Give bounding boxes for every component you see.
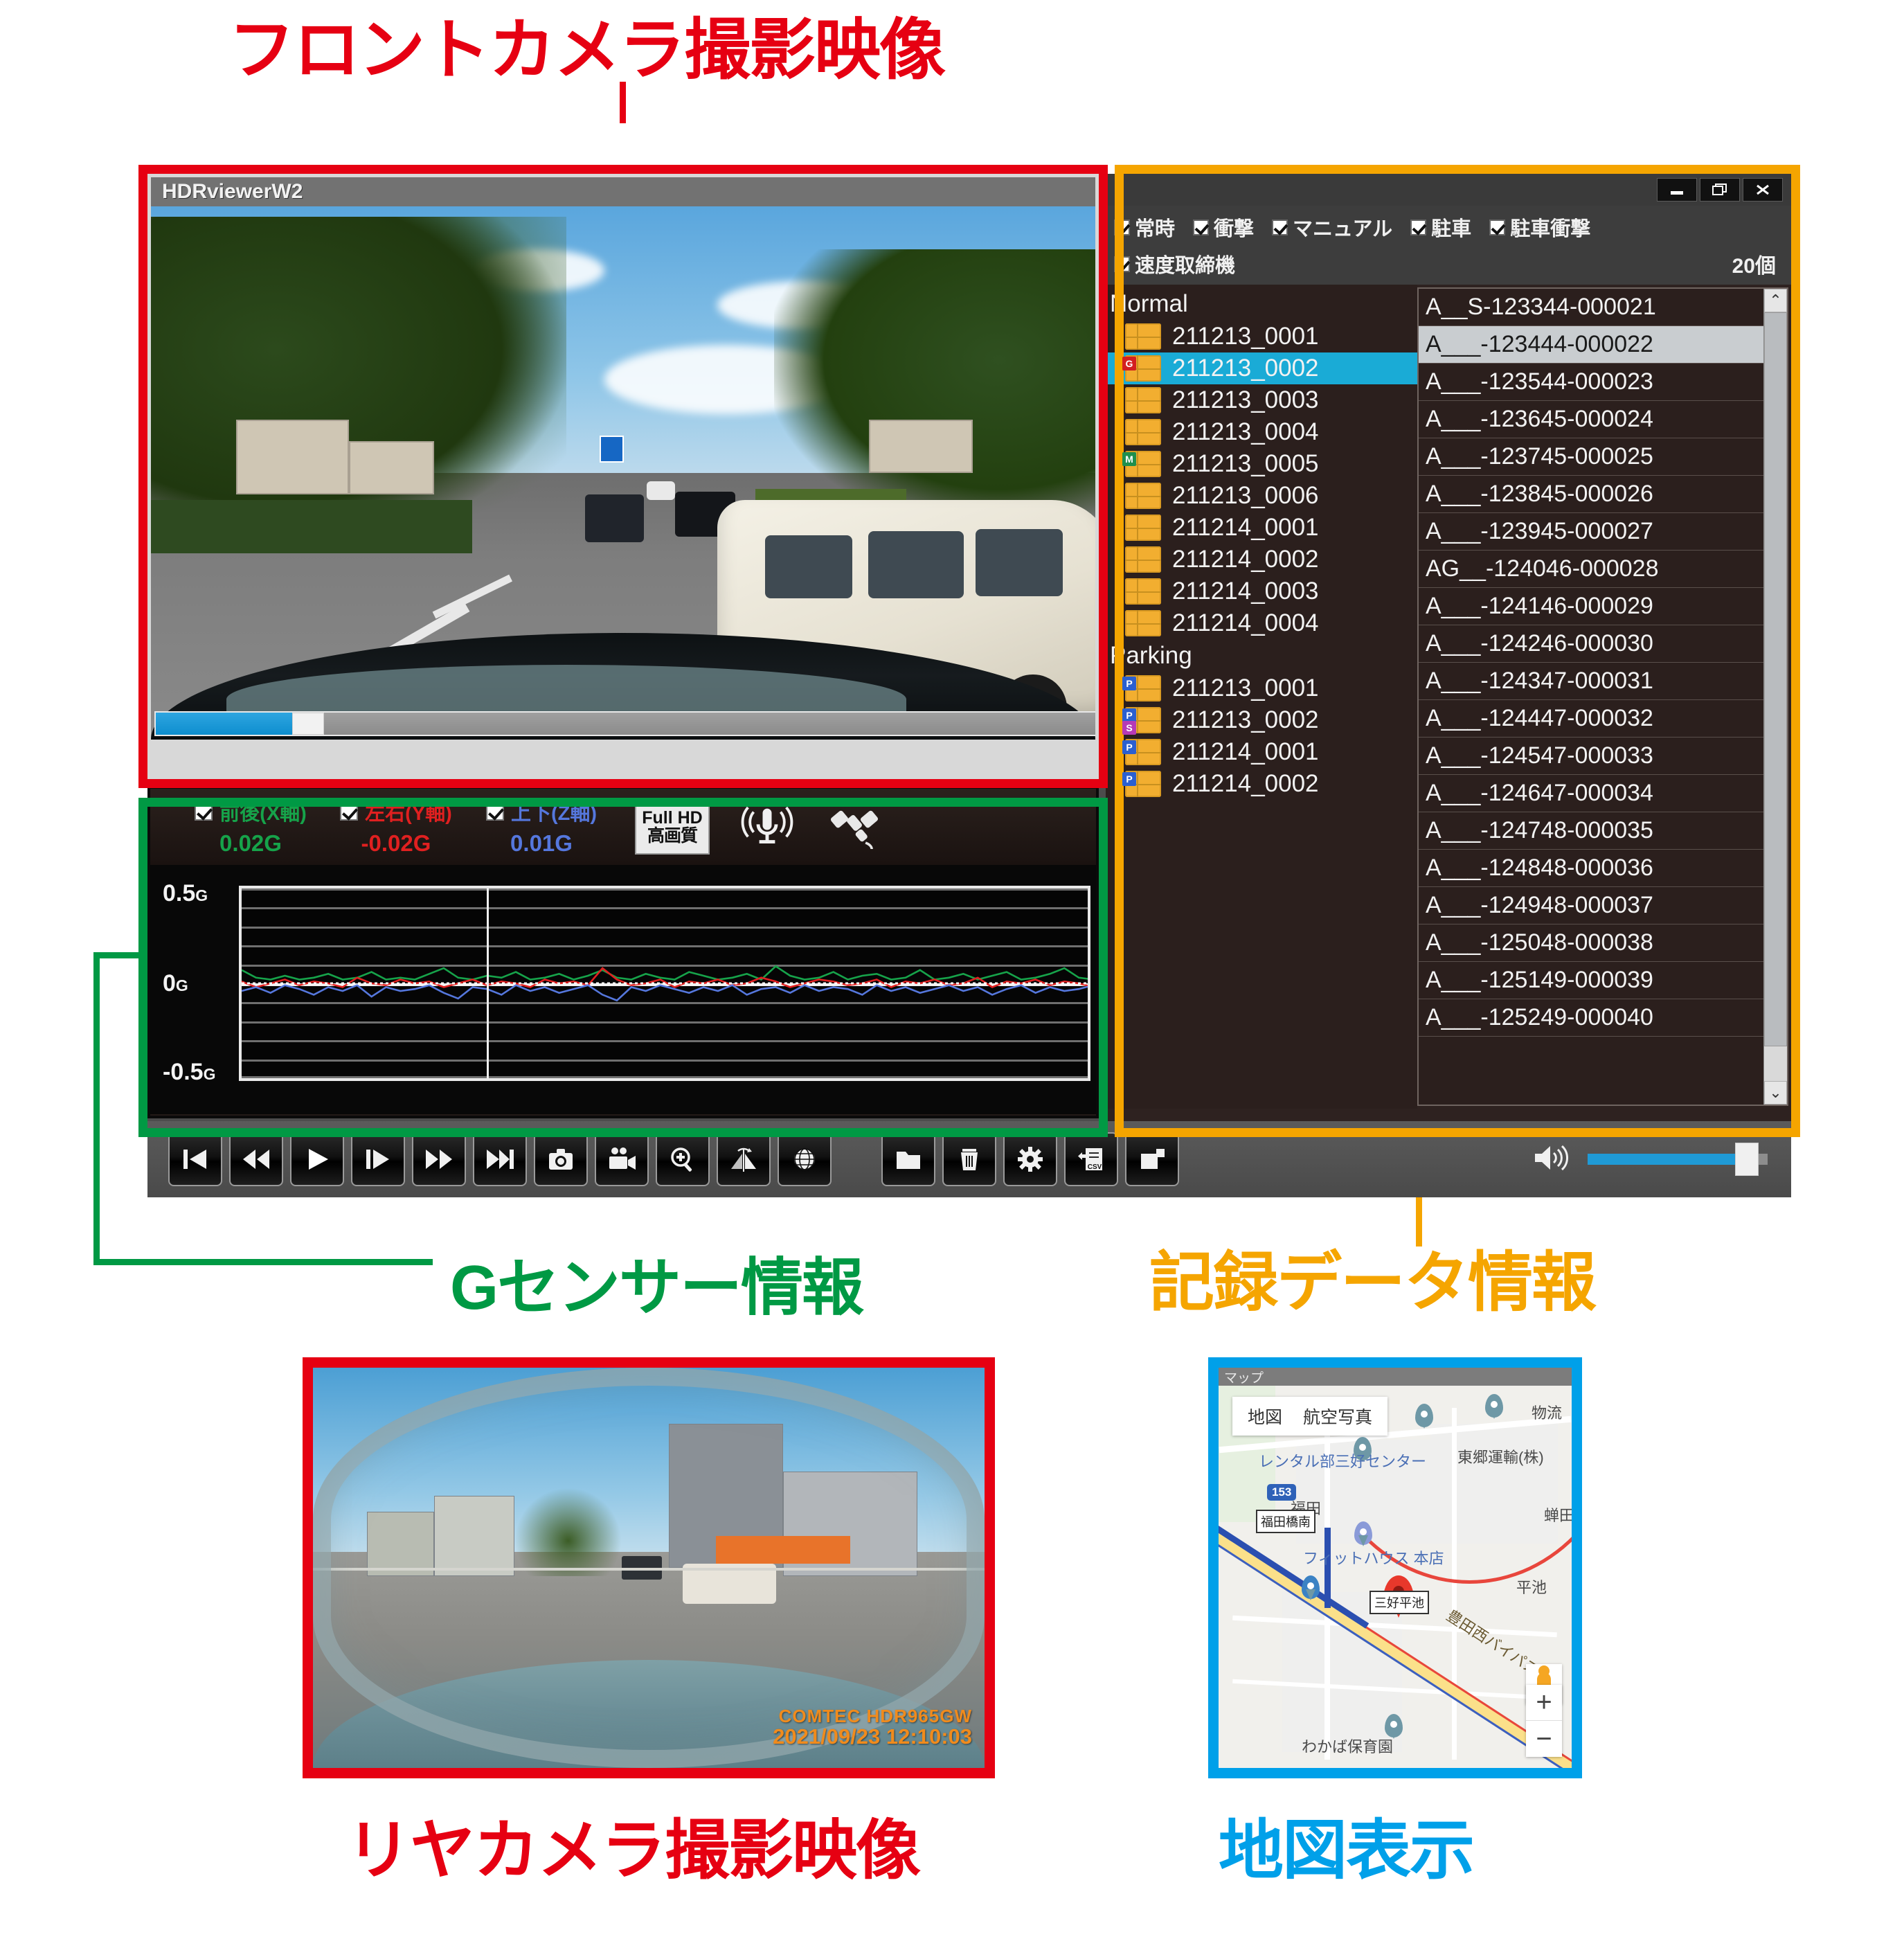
leader-line-front: [620, 82, 626, 123]
badge-s-icon: S: [1122, 721, 1136, 735]
video-clip-button[interactable]: [595, 1132, 649, 1186]
callout-g-sensor: Gセンサー情報: [450, 1253, 864, 1323]
globe-icon[interactable]: [778, 1132, 832, 1186]
badge-g-icon: G: [1122, 357, 1136, 370]
highlight-rear-camera: [303, 1357, 995, 1778]
mirror-flip-icon[interactable]: [717, 1132, 771, 1186]
speaker-icon[interactable]: [1531, 1141, 1572, 1178]
skip-to-start-button[interactable]: [168, 1132, 222, 1186]
callout-record-data: 記録データ情報: [1149, 1246, 1597, 1319]
fast-forward-button[interactable]: [412, 1132, 466, 1186]
leader-line-gsensor-bottom: [93, 1259, 433, 1265]
volume-slider-handle[interactable]: [1735, 1143, 1759, 1176]
svg-text:CSV: CSV: [1088, 1163, 1102, 1171]
highlight-record-data: [1115, 165, 1800, 1137]
trash-icon[interactable]: [942, 1132, 996, 1186]
badge-m-icon: M: [1122, 452, 1136, 466]
callout-rear-camera: リヤカメラ撮影映像: [346, 1814, 921, 1886]
volume-slider-fill: [1588, 1154, 1739, 1165]
folder-icon[interactable]: [881, 1132, 935, 1186]
highlight-map: [1208, 1357, 1582, 1778]
badge-p-icon: P: [1122, 708, 1136, 722]
rewind-button[interactable]: [229, 1132, 283, 1186]
highlight-front-camera: [138, 165, 1108, 788]
volume-slider-track[interactable]: [1588, 1143, 1768, 1176]
frame-advance-button[interactable]: [351, 1132, 405, 1186]
play-button[interactable]: [290, 1132, 344, 1186]
highlight-g-sensor: [138, 798, 1108, 1137]
callout-map-display: 地図表示: [1219, 1814, 1475, 1886]
badge-p-icon: P: [1122, 772, 1136, 786]
gear-icon[interactable]: [1003, 1132, 1057, 1186]
skip-to-end-button[interactable]: [473, 1132, 527, 1186]
leader-line-gsensor-vertical: [93, 952, 100, 1264]
badge-p-icon: P: [1122, 740, 1136, 754]
badge-p-icon: P: [1122, 677, 1136, 690]
zoom-button[interactable]: [656, 1132, 710, 1186]
snapshot-button[interactable]: [534, 1132, 588, 1186]
copy-file-icon[interactable]: [1125, 1132, 1179, 1186]
csv-export-icon[interactable]: CSV: [1064, 1132, 1118, 1186]
callout-front-camera: フロントカメラ撮影映像: [228, 13, 946, 87]
volume-control[interactable]: [1531, 1141, 1768, 1178]
